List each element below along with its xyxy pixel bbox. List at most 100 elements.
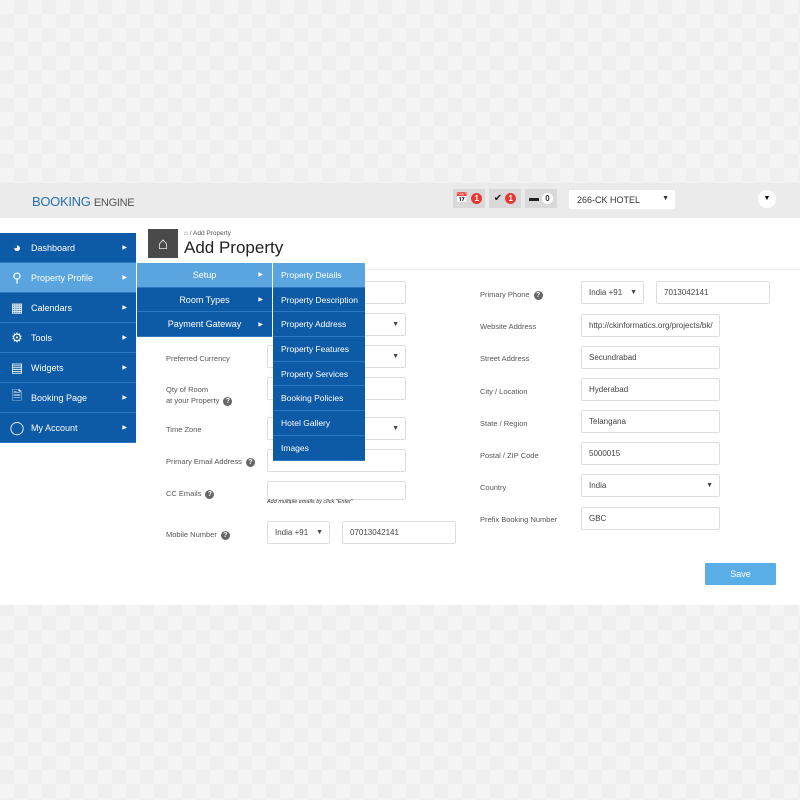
postal-input[interactable]: 5000015 [581,442,720,465]
caret-down-icon: ▼ [392,353,399,360]
check-count: 1 [505,193,517,204]
sidebar-item-label: Booking Page [31,392,88,403]
city-label: City / Location [480,387,528,396]
country-select[interactable]: India ▼ [581,474,720,497]
prefix-label: Prefix Booking Number [480,515,558,524]
sidebar-item-dashboard[interactable]: ◕ Dashboard ▶ [0,233,136,263]
mobile-number-label-text: Mobile Number [166,530,217,539]
caret-right-icon: ▶ [258,297,263,304]
submenu-item-setup[interactable]: Setup ▶ [137,263,272,288]
user-menu-button[interactable]: ▼ [758,190,776,208]
caret-down-icon: ▼ [392,425,399,432]
sidebar-item-label: Widgets [31,362,64,373]
sidebar-item-booking-page[interactable]: 🗎 Booking Page ▶ [0,383,136,413]
submenu-item-room-types[interactable]: Room Types ▶ [137,287,272,313]
minus-notifications-button[interactable]: ▬ 0 [525,189,557,208]
hotel-select[interactable]: 266-CK HOTEL ▼ [569,190,675,209]
submenu-item-property-description[interactable]: Property Description [273,287,365,313]
preferred-currency-label: Preferred Currency [166,354,230,363]
logo-text-2: ENGINE [93,197,135,209]
save-button[interactable]: Save [705,563,776,585]
check-notifications-button[interactable]: ✔ 1 [489,189,521,208]
help-icon[interactable]: ? [245,458,255,467]
primary-phone-label-text: Primary Phone [480,290,530,299]
time-zone-label: Time Zone [166,425,202,434]
breadcrumb: ⌂ / Add Property [184,230,231,237]
cc-emails-label: CC Emails? [166,488,215,499]
logo-text-1: BOOKING [32,194,91,209]
mobile-number-label: Mobile Number? [166,529,230,540]
caret-right-icon: ▶ [122,245,127,251]
help-icon[interactable]: ? [223,397,233,406]
qty-room-label-1: Qty of Room [166,385,209,394]
sidebar-item-calendars[interactable]: ▦ Calendars ▶ [0,293,136,323]
website-label: Website Address [480,322,537,331]
caret-down-icon: ▼ [630,289,637,296]
primary-phone-input[interactable]: 7013042141 [656,281,770,304]
tachometer-icon: ◕ [13,240,21,255]
breadcrumb-current: Add Property [193,230,231,237]
country-value: India [589,481,607,490]
cogs-icon: ⚙ [11,329,23,345]
help-icon[interactable]: ? [205,490,215,499]
street-input[interactable]: Secundrabad [581,346,720,369]
phone-country-value: India +91 [589,288,623,297]
primary-email-label: Primary Email Address? [166,456,255,467]
mobile-country-select[interactable]: India +91 ▼ [267,521,330,544]
sidebar-item-label: Dashboard [31,242,76,253]
submenu-item-property-address[interactable]: Property Address [273,312,365,338]
setup-submenu: Property Details Property Description Pr… [273,263,365,461]
top-bar: BOOKING ENGINE 📅 1 ✔ 1 ▬ 0 266-CK HOTEL ▼ ▼ [0,183,800,218]
caret-right-icon: ▶ [122,335,127,341]
phone-country-select[interactable]: India +91 ▼ [581,281,644,304]
sidebar-item-property-profile[interactable]: ⚲ Property Profile ▶ [0,263,136,293]
caret-right-icon: ▶ [122,305,127,311]
sidebar-item-label: Property Profile [31,272,94,283]
logo[interactable]: BOOKING ENGINE [32,194,135,209]
help-icon[interactable]: ? [220,531,230,540]
home-icon[interactable]: ⌂ [184,230,188,237]
app: BOOKING ENGINE 📅 1 ✔ 1 ▬ 0 266-CK HOTEL ▼ ▼ … [0,183,800,605]
newspaper-icon: ▤ [10,359,24,375]
caret-right-icon: ▶ [122,425,127,431]
submenu-item-property-features[interactable]: Property Features [273,337,365,362]
caret-right-icon: ▶ [122,395,127,401]
submenu-item-payment-gateway[interactable]: Payment Gateway ▶ [137,312,272,338]
minus-count: 0 [542,193,553,204]
property-profile-submenu: Setup ▶ Room Types ▶ Payment Gateway ▶ [137,263,272,338]
submenu-item-booking-policies[interactable]: Booking Policies [273,386,365,412]
sidebar-item-label: Calendars [31,302,73,313]
minus-icon: ▬ [529,193,539,204]
caret-right-icon: ▶ [258,272,263,279]
submenu-item-label: Setup [192,269,217,280]
mobile-country-value: India +91 [275,528,309,537]
state-input[interactable]: Telangana [581,410,720,433]
city-input[interactable]: Hyderabad [581,378,720,401]
website-input[interactable]: http://ckinformatics.org/projects/bk/ [581,314,720,337]
submenu-item-property-services[interactable]: Property Services [273,361,365,387]
caret-down-icon: ▼ [392,321,399,328]
cc-emails-input[interactable] [267,481,406,500]
file-icon: 🗎 [11,387,23,403]
calendar-notifications-button[interactable]: 📅 1 [453,189,485,208]
map-marker-icon: ⚲ [12,269,22,285]
cc-emails-hint: Add multiple emails by click "Enter" [267,499,353,505]
sidebar: ◕ Dashboard ▶ ⚲ Property Profile ▶ ▦ Calendar… [0,233,136,443]
submenu-item-property-details[interactable]: Property Details [273,263,365,288]
primary-email-label-text: Primary Email Address [166,457,242,466]
submenu-item-label: Room Types [179,294,230,305]
submenu-item-hotel-gallery[interactable]: Hotel Gallery [273,411,365,436]
prefix-input[interactable]: GBC [581,507,720,530]
caret-down-icon: ▼ [763,195,771,202]
mobile-number-input[interactable]: 07013042141 [342,521,456,544]
page-title: Add Property [184,238,284,257]
calendar-icon: 📅 [455,193,469,204]
sidebar-item-widgets[interactable]: ▤ Widgets ▶ [0,353,136,383]
help-icon[interactable]: ? [533,291,543,300]
country-label: Country [480,483,507,492]
sidebar-item-my-account[interactable]: ◯ My Account ▶ [0,413,136,443]
caret-down-icon: ▼ [706,482,713,489]
submenu-item-images[interactable]: Images [273,435,365,461]
street-label: Street Address [480,354,530,363]
sidebar-item-tools[interactable]: ⚙ Tools ▶ [0,323,136,353]
